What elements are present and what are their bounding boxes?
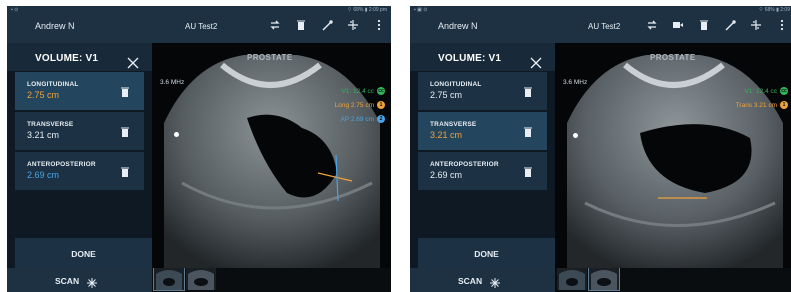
measurement-value: 2.75 cm (430, 90, 463, 100)
thumbnail-strip (152, 267, 391, 292)
status-right: ⌔ 68% ▮ 2:09 (758, 7, 790, 13)
delete-icon[interactable] (523, 125, 533, 137)
close-icon[interactable] (127, 56, 139, 69)
measurement-label: ANTEROPOSTERIOR (430, 161, 499, 168)
measurement-value: 3.21 cm (430, 130, 463, 140)
swap-icon[interactable] (269, 19, 281, 31)
close-icon[interactable] (530, 56, 542, 69)
measurement-anteroposterior[interactable]: ANTEROPOSTERIOR 2.69 cm (418, 152, 547, 190)
done-label: DONE (71, 249, 96, 259)
toolbar (269, 19, 385, 31)
delete-icon[interactable] (120, 165, 130, 177)
screen-left: ▪ ⊙ ⌔ 68% ▮ 2:09 pm Andrew N AU Test2 VO… (7, 6, 391, 292)
screen-right: ▪ ▣ ⊙ ⌔ 68% ▮ 2:09 Andrew N AU Test2 VOL… (410, 6, 791, 292)
annotate-icon[interactable] (347, 19, 359, 31)
long-caliper (317, 172, 353, 182)
thumbnail-2[interactable] (588, 267, 620, 291)
ruler-icon[interactable] (724, 19, 736, 31)
caliper-overlay (658, 197, 707, 199)
delete-icon[interactable] (120, 125, 130, 137)
scan-button[interactable]: SCAN (7, 268, 152, 292)
measurement-label: LONGITUDINAL (430, 81, 482, 88)
patient-name[interactable]: AU Test2 (185, 22, 217, 31)
trash-icon[interactable] (698, 19, 710, 31)
ruler-icon[interactable] (321, 19, 333, 31)
volume-title: VOLUME: V1 (438, 53, 502, 64)
status-bar: ▪ ⊙ ⌔ 68% ▮ 2:09 pm (7, 6, 391, 14)
delete-icon[interactable] (523, 85, 533, 97)
status-right: ⌔ 68% ▮ 2:09 pm (347, 7, 387, 13)
thumbnail-1[interactable] (153, 267, 185, 291)
toolbar (646, 19, 788, 31)
status-bar: ▪ ▣ ⊙ ⌔ 68% ▮ 2:09 (410, 6, 791, 14)
measurement-label: LONGITUDINAL (27, 81, 79, 88)
measurement-value: 2.75 cm (27, 90, 60, 100)
delete-icon[interactable] (120, 85, 130, 97)
more-icon[interactable] (776, 19, 788, 31)
measurement-transverse[interactable]: TRANSVERSE 3.21 cm (418, 112, 547, 150)
status-left: ▪ ▣ ⊙ (414, 7, 428, 13)
done-label: DONE (474, 249, 499, 259)
thumbnail-2[interactable] (186, 268, 216, 290)
volume-title: VOLUME: V1 (35, 53, 99, 64)
ultrasound-view[interactable]: PROSTATE 3.6 MHz V1: 12.4 cc cc Long 2.7… (152, 43, 391, 268)
scan-label: SCAN (458, 276, 483, 286)
caliper-overlay (317, 154, 353, 202)
measurement-label: TRANSVERSE (27, 121, 74, 128)
snowflake-icon (490, 275, 500, 292)
thumbnail-1[interactable] (557, 268, 587, 290)
measurement-longitudinal[interactable]: LONGITUDINAL 2.75 cm (15, 72, 144, 110)
user-name[interactable]: Andrew N (438, 21, 478, 31)
measurement-transverse[interactable]: TRANSVERSE 3.21 cm (15, 112, 144, 150)
measurement-longitudinal[interactable]: LONGITUDINAL 2.75 cm (418, 72, 547, 110)
more-icon[interactable] (373, 19, 385, 31)
measurement-label: TRANSVERSE (430, 121, 477, 128)
scan-label: SCAN (55, 276, 80, 286)
user-name[interactable]: Andrew N (35, 21, 75, 31)
measurement-value: 2.69 cm (27, 170, 60, 180)
ultrasound-view[interactable]: PROSTATE 3.6 MHz V1: 12.4 cc cc Trans 3.… (555, 43, 791, 268)
annotate-icon[interactable] (750, 19, 762, 31)
trash-icon[interactable] (295, 19, 307, 31)
delete-icon[interactable] (523, 165, 533, 177)
done-button[interactable]: DONE (418, 238, 555, 268)
swap-icon[interactable] (646, 19, 658, 31)
measurement-label: ANTEROPOSTERIOR (27, 161, 96, 168)
snowflake-icon (87, 275, 97, 292)
thumbnail-strip (555, 267, 791, 292)
measurement-value: 2.69 cm (430, 170, 463, 180)
done-button[interactable]: DONE (15, 238, 152, 268)
scan-button[interactable]: SCAN (410, 268, 555, 292)
patient-name[interactable]: AU Test2 (588, 22, 620, 31)
video-icon[interactable] (672, 19, 684, 31)
measurement-anteroposterior[interactable]: ANTEROPOSTERIOR 2.69 cm (15, 152, 144, 190)
status-left: ▪ ⊙ (11, 7, 19, 13)
measurement-value: 3.21 cm (27, 130, 60, 140)
